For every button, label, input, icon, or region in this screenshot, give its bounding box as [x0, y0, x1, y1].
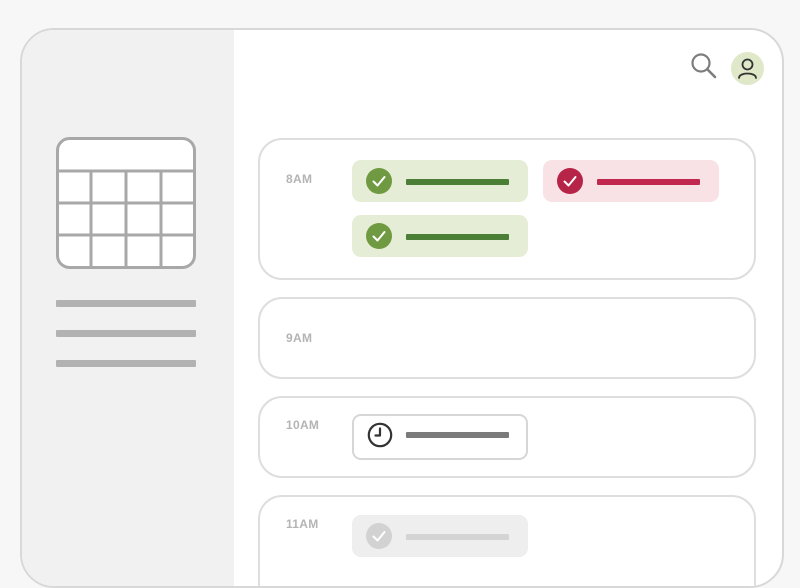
event-title-bar [597, 179, 700, 185]
slot-time-label: 11AM [286, 517, 319, 531]
slot-time-label: 10AM [286, 418, 320, 432]
event-faded[interactable] [352, 515, 528, 557]
event-title-bar [406, 534, 509, 540]
event-title-bar [406, 432, 509, 438]
check-circle-icon [366, 223, 392, 249]
clock-icon [367, 422, 393, 448]
event-declined[interactable] [543, 160, 719, 202]
time-slot-10am[interactable]: 10AM [258, 396, 756, 478]
time-slot-8am[interactable]: 8AM [258, 138, 756, 280]
sidebar [22, 30, 234, 586]
time-slot-11am[interactable]: 11AM [258, 495, 756, 586]
sidebar-menu-line[interactable] [56, 360, 196, 367]
time-slot-9am[interactable]: 9AM [258, 297, 756, 379]
check-circle-icon [366, 523, 392, 549]
check-circle-icon [557, 168, 583, 194]
search-icon[interactable] [690, 52, 718, 80]
calendar-grid-icon[interactable] [56, 137, 196, 269]
slot-time-label: 8AM [286, 172, 313, 186]
sidebar-menu-line[interactable] [56, 330, 196, 337]
avatar[interactable] [731, 52, 764, 85]
event-pending[interactable] [352, 414, 528, 460]
app-window: 8AM 9AM 10AM 11AM [20, 28, 784, 588]
user-icon [738, 58, 757, 79]
event-confirmed[interactable] [352, 215, 528, 257]
slot-time-label: 9AM [286, 331, 313, 345]
event-title-bar [406, 234, 509, 240]
sidebar-menu-line[interactable] [56, 300, 196, 307]
check-circle-icon [366, 168, 392, 194]
event-confirmed[interactable] [352, 160, 528, 202]
event-title-bar [406, 179, 509, 185]
